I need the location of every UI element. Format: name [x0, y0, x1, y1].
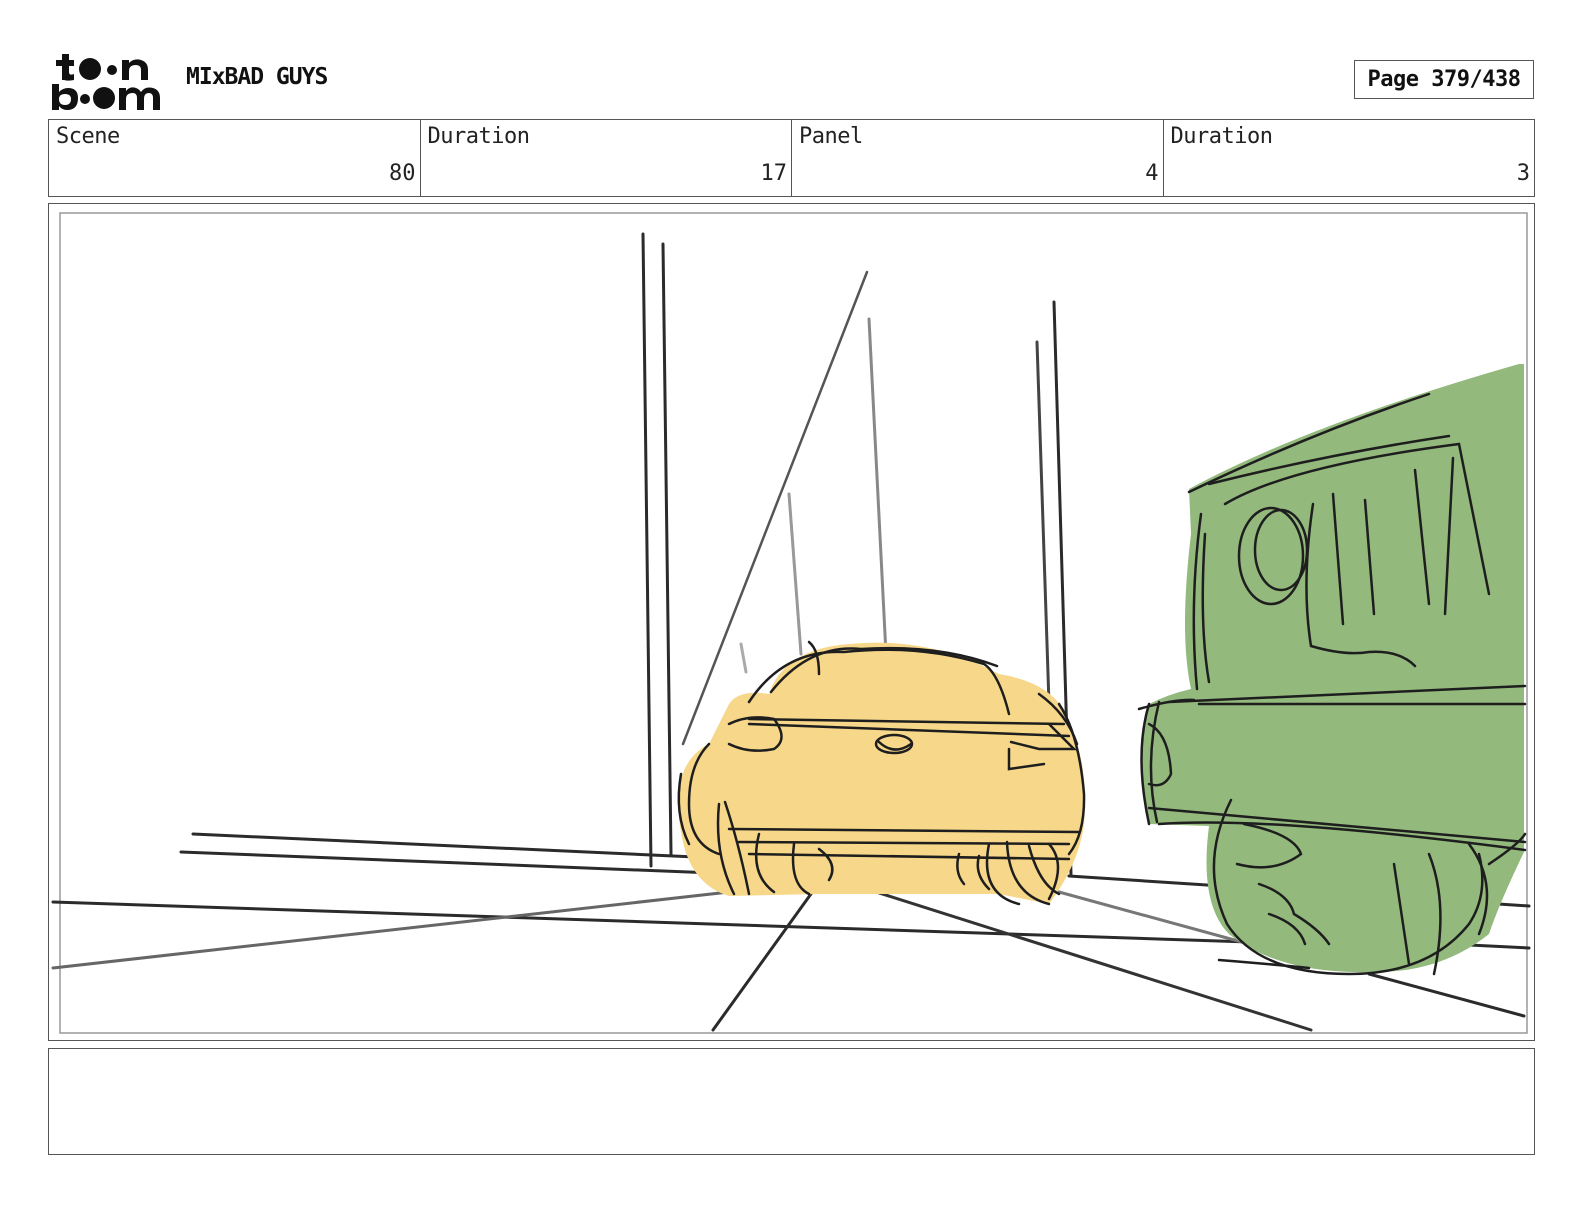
panel-duration-label: Duration: [1170, 124, 1273, 149]
page-indicator: Page 379/438: [1354, 60, 1534, 99]
panel-sketch: [51, 212, 1531, 1034]
truck-sketch: [1137, 364, 1527, 976]
toon-boom-logo: [52, 54, 160, 110]
scene-cell: Scene 80: [49, 120, 421, 196]
panel-duration-value: 3: [1516, 161, 1530, 186]
panel-label: Panel: [799, 124, 863, 149]
project-title: MIxBAD GUYS: [186, 64, 328, 90]
panel-duration-cell: Duration 3: [1164, 120, 1535, 196]
panel-notes-box: [48, 1048, 1535, 1155]
storyboard-panel: [48, 203, 1535, 1041]
panel-info-row: Scene 80 Duration 17 Panel 4 Duration 3: [48, 119, 1535, 197]
scene-value: 80: [389, 161, 416, 186]
car-sketch: [677, 640, 1086, 906]
scene-duration-value: 17: [760, 161, 788, 186]
scene-label: Scene: [56, 124, 120, 149]
panel-value: 4: [1145, 161, 1159, 186]
scene-duration-label: Duration: [427, 124, 530, 149]
panel-cell: Panel 4: [792, 120, 1164, 196]
scene-duration-cell: Duration 17: [421, 120, 792, 196]
